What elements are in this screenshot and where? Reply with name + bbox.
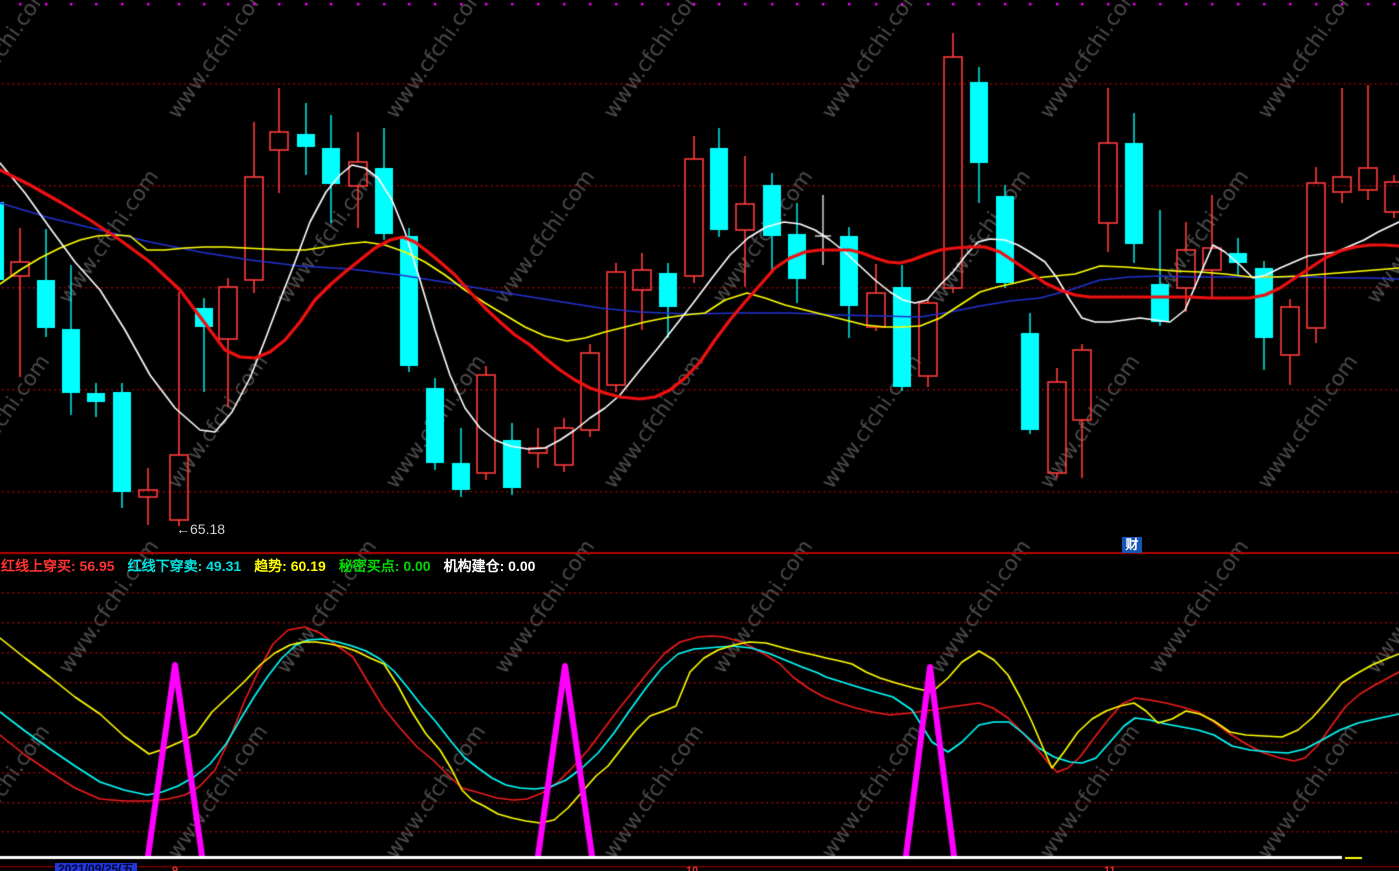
- month-tick-label: 11: [1104, 865, 1116, 871]
- indicator-item: 秘密买点: 0.00: [338, 558, 431, 574]
- date-axis-cell[interactable]: 2021/09/25(五: [55, 863, 138, 871]
- chart-canvas[interactable]: [0, 0, 1399, 871]
- finance-badge-icon[interactable]: 财: [1122, 537, 1142, 553]
- low-price-annotation: ←65.18: [176, 521, 226, 537]
- month-tick-label: 10: [686, 865, 699, 871]
- month-tick-label: 9: [172, 865, 179, 871]
- trading-app-window: 红线上穿买: 56.95 红线下穿卖: 49.31 趋势: 60.19 秘密买点: 0…: [0, 0, 1399, 871]
- indicator-item: 红线下穿卖: 49.31: [127, 558, 242, 574]
- indicator-text-bar: 红线上穿买: 56.95 红线下穿卖: 49.31 趋势: 60.19 秘密买点: 0…: [1, 556, 535, 576]
- indicator-item: 趋势: 60.19: [254, 558, 326, 574]
- indicator-item: 机构建仓: 0.00: [443, 558, 536, 574]
- indicator-item: 红线上穿买: 56.95: [1, 558, 115, 574]
